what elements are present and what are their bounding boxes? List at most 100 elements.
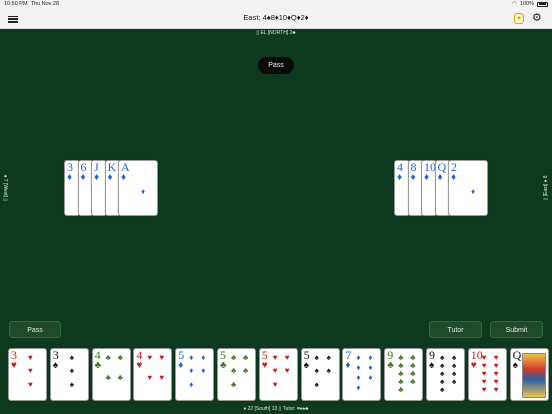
card-pip-icon: ♥ [284,353,290,362]
card-pip-icon: ♠ [69,366,75,376]
card-pip-icon: ♣ [398,385,404,394]
hand-card[interactable]: 5 ♦ ♦ ♦ ♦ ♦ ♦ [175,348,215,401]
card-pip-icon: ♦ [356,383,361,392]
hand-card[interactable]: 5 ♣ ♣ ♣ ♣ ♣ ♣ [217,348,256,401]
hand-card[interactable]: 7 ♦ ♦ ♦ ♦ ♦ ♦ ♦ ♦ [342,348,382,401]
card-pip-icon: ♥ [272,379,278,389]
card-pip-icon: ♣ [117,353,123,362]
diamond-icon: ♦ [410,172,416,183]
card-pip-icon: ♦ [189,353,194,362]
east-trick-card: 2 ♦ ♦ [448,160,488,216]
diamond-icon: ♦ [107,172,113,183]
card-pip-icon: ♦ [201,353,206,362]
card-pip-icon: ♦ [368,373,373,382]
card-pip-icon: ♥ [159,373,165,382]
card-pip-icon: ♠ [314,353,319,362]
hand-card[interactable]: 3 ♠ ♠ ♠ ♠ [49,348,89,401]
card-pip-icon: ♦ [189,379,194,389]
card-pip-icon: ♦ [201,366,206,376]
diamond-icon: ♦ [94,172,100,183]
gear-icon[interactable]: ⚙ [532,12,542,25]
card-suit-icon: ♦ [178,360,184,371]
card-pip-icon: ♠ [69,379,75,389]
card-pip-icon: ♥ [272,353,278,362]
nav-bar: East: 4♠8♦10♦Q♦2♦ ✦ ⚙ [0,9,552,29]
diamond-pip-icon: ♦ [471,187,476,196]
status-time-date: 10:50 PM Thu Nov 28 [4,1,59,7]
card-suit-icon: ♣ [220,360,227,371]
diamond-icon: ♦ [437,172,443,183]
hand-card[interactable]: 9 ♣ ♣ ♣ ♣ ♣ ♣ ♣ ♣ ♣ ♣ [384,348,424,401]
card-pip-icon: ♦ [356,363,361,372]
status-time: 10:50 PM [4,1,28,7]
hand-card[interactable]: Q ♠ [509,348,549,401]
status-bar: 10:50 PM Thu Nov 28 ◠ 100% [0,0,552,9]
east-player-info: ▯ [East] ♦ 8 [543,175,549,201]
card-pip-icon: ♣ [243,353,249,362]
queen-face-icon [521,353,546,398]
card-pip-icon: ♠ [69,353,75,362]
card-pip-icon: ♥ [28,379,33,389]
card-pip-icon: ♣ [243,366,249,376]
diamond-icon: ♦ [424,172,430,183]
diamond-pip-icon: ♦ [141,187,146,196]
card-pip-icon: ♥ [147,353,153,362]
submit-button[interactable]: Submit [490,321,543,338]
hand-card[interactable]: 3 ♥ ♥ ♥ ♥ [8,348,47,401]
card-suit-icon: ♠ [512,360,518,371]
diamond-icon: ♦ [397,172,403,183]
card-pip-icon: ♣ [231,366,237,376]
card-pip-icon: ♥ [28,366,33,376]
card-pip-icon: ♠ [452,377,457,386]
card-pip-icon: ♦ [368,353,373,362]
hint-bulb-icon[interactable]: ✦ [514,13,524,24]
card-pip-icon: ♣ [105,353,111,362]
west-trick-card: A ♦ ♦ [118,160,158,216]
card-pip-icon: ♥ [272,366,278,376]
card-suit-icon: ♥ [261,360,268,371]
card-pip-icon: ♣ [105,373,111,382]
north-bid-pill: Pass [258,57,294,74]
diamond-icon: ♦ [451,172,457,183]
hand-card[interactable]: 4 ♣ ♣ ♣ ♣ ♣ [91,348,131,401]
north-player-info: ▯ EL [NORTH] 2♣ [256,30,296,36]
hand-card[interactable]: 5 ♠ ♠ ♠ ♠ ♠ ♠ [300,348,340,401]
card-suit-icon: ♥ [470,360,477,371]
card-suit-icon: ♠ [429,360,435,371]
hand-card[interactable]: 5 ♥ ♥ ♥ ♥ ♥ ♥ [258,348,298,401]
card-pip-icon: ♠ [314,379,319,389]
west-player-info: ♦ 7 [West] ▯ [2,174,8,202]
diamond-icon: ♦ [80,172,86,183]
card-pip-icon: ♣ [231,379,237,389]
card-pip-icon: ♣ [410,377,416,386]
card-suit-icon: ♥ [11,360,17,371]
hand-card[interactable]: 10 ♥ ♥ ♥ ♥ ♥ ♥ ♥ ♥ ♥ ♥ ♥ [467,348,507,401]
card-suit-icon: ♥ [136,360,143,371]
diamond-icon: ♦ [67,172,73,183]
card-pip-icon: ♦ [356,373,361,382]
card-pip-icon: ♣ [231,353,237,362]
nav-title: East: 4♠8♦10♦Q♦2♦ [243,13,309,22]
card-suit-icon: ♦ [345,360,351,371]
battery-icon [537,1,548,7]
hand-card[interactable]: 4 ♥ ♥ ♥ ♥ ♥ [133,348,173,401]
wifi-icon: ◠ [512,1,517,7]
status-date: Thu Nov 28 [30,1,60,7]
tutor-button[interactable]: Tutor [429,321,482,338]
card-pip-icon: ♥ [28,353,33,362]
pass-button[interactable]: Pass [9,321,61,338]
card-pip-icon: ♥ [159,353,165,362]
card-suit-icon: ♣ [94,360,102,371]
card-pip-icon: ♥ [147,373,153,382]
card-suit-icon: ♠ [303,360,309,371]
card-pip-icon: ♦ [189,366,194,376]
card-suit-icon: ♣ [387,360,394,371]
card-pip-icon: ♠ [314,366,319,376]
status-right: ◠ 100% [512,1,548,7]
card-pip-icon: ♠ [326,366,331,376]
battery-percent: 100% [519,1,534,7]
card-pip-icon: ♥ [284,366,290,376]
card-pip-icon: ♦ [356,353,361,362]
hand-card[interactable]: 9 ♠ ♠ ♠ ♠ ♠ ♠ ♠ ♠ ♠ ♠ [426,348,465,401]
card-suit-icon: ♠ [52,360,59,371]
